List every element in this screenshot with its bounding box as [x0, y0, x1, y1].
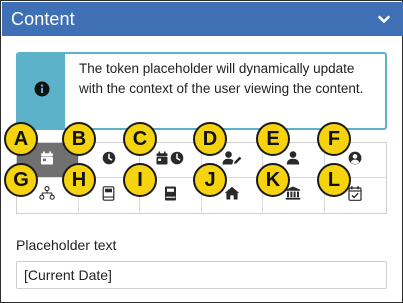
user-circle-icon [348, 151, 362, 170]
panel-title: Content [11, 8, 75, 29]
clock-icon [102, 151, 116, 170]
placeholder-text-label: Placeholder text [16, 237, 117, 253]
content-panel: Content The token placeholder will dynam… [0, 0, 403, 303]
placeholder-text-input[interactable] [16, 261, 387, 289]
user-edit-icon [222, 150, 242, 170]
callout-badge-h: H [62, 163, 96, 197]
org-chart-icon [39, 186, 55, 205]
info-icon [34, 81, 50, 102]
callout-badge-a: A [4, 122, 38, 156]
callout-badge-k: K [256, 163, 290, 197]
chevron-down-icon[interactable] [375, 10, 393, 28]
callout-badge-c: C [123, 122, 157, 156]
panel-header[interactable]: Content [2, 2, 403, 36]
home-icon [224, 186, 240, 205]
callout-badge-d: D [193, 122, 227, 156]
callout-badge-i: I [123, 163, 157, 197]
calendar-icon [40, 151, 54, 170]
callout-badge-b: B [62, 122, 96, 156]
callout-badge-g: G [4, 163, 38, 197]
book-closed-icon [164, 186, 177, 206]
info-callout: The token placeholder will dynamically u… [16, 52, 387, 130]
book-icon [102, 185, 115, 206]
info-icon-column [18, 54, 65, 128]
calendar-check-icon [348, 185, 362, 206]
info-text: The token placeholder will dynamically u… [79, 61, 364, 96]
callout-badge-e: E [256, 122, 290, 156]
callout-badge-f: F [317, 122, 351, 156]
calendar-clock-icon [156, 151, 184, 170]
user-icon [286, 150, 300, 170]
callout-badge-l: L [317, 163, 351, 197]
building-columns-icon [285, 186, 301, 205]
callout-badge-j: J [193, 163, 227, 197]
